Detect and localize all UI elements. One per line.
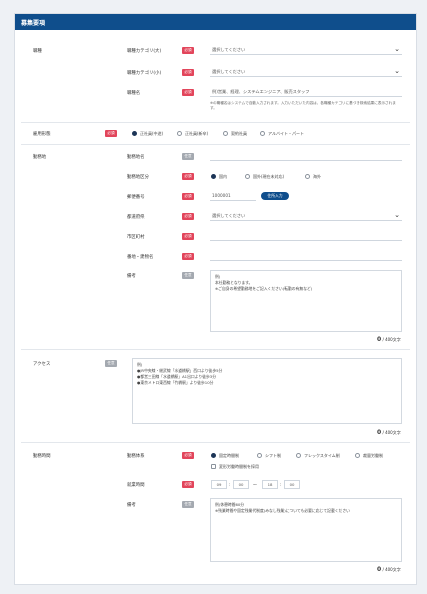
time-separator: : [229,482,231,487]
access-textarea[interactable]: 例) ●JR中央線・総武線「水道橋駅」西口より徒歩5分 ●都営三田線「水道橋駅」… [132,358,402,424]
hours-type-option-2: フレックスタイム制 [304,453,340,458]
variable-hours-checkbox[interactable] [211,464,216,469]
location-radio-2[interactable] [305,174,310,179]
end-hour-select[interactable]: 18 [262,480,278,489]
location-option-1: 国外(現在未対応) [253,174,285,179]
optional-badge: 任意 [182,153,194,160]
category-sub-label: 職種カテゴリ(小) [127,71,162,76]
address-lookup-button[interactable]: 住所入力 [261,192,289,200]
employment-radio-3[interactable] [260,131,265,136]
postal-label: 郵便番号 [127,195,145,200]
category-sub-select[interactable]: 選択してください ⌄ [210,66,402,77]
employment-option-1: 正社員(新卒) [185,131,209,136]
category-main-label: 職種カテゴリ(大) [127,49,162,54]
recruitment-card: 募集要項 職種 職種カテゴリ(大) 必須 選択してください ⌄ 職種カテゴリ(小… [14,13,417,585]
access-label: アクセス [33,362,51,367]
prefecture-label: 都道府県 [127,215,145,220]
employment-option-0: 正社員(中途) [140,131,164,136]
location-type-label: 勤務地区分 [127,175,149,180]
category-main-value: 選択してください [212,47,246,52]
city-label: 市区町村 [127,235,145,240]
employment-option-3: アルバイト・パート [268,131,304,136]
start-hour-select[interactable]: 09 [211,480,227,489]
required-badge: 必須 [182,193,194,200]
job-name-input[interactable]: 例)営業、経理、システムエンジニア、販売スタッフ [210,86,402,97]
chevron-down-icon: ⌄ [394,211,400,219]
optional-badge: 任意 [182,272,194,279]
divider [21,122,410,123]
employment-option-2: 契約社員 [231,131,247,136]
workplace-remarks-textarea[interactable]: 例) 本社勤務となります。 ※ご自身の希望勤務地をご記入ください(転勤の有無など… [210,270,402,332]
employment-radio-2[interactable] [223,131,228,136]
time-separator: : [280,482,282,487]
hours-remarks-textarea[interactable]: 例)休憩時間60分 ※残業時間や固定残業代制度(みなし残業)についても必要に応じ… [210,498,402,562]
hours-type-option-1: シフト制 [265,453,281,458]
building-input[interactable] [210,250,402,261]
prefecture-select[interactable]: 選択してください ⌄ [210,210,402,221]
building-label: 番地・建物名 [127,255,154,260]
hours-type-label: 勤務体系 [127,454,145,459]
required-badge: 必須 [182,233,194,240]
variable-hours-label: 変形労働時間制を採用 [219,464,259,469]
range-separator: 〜 [253,482,257,487]
required-badge: 必須 [182,213,194,220]
location-option-0: 国内 [219,174,227,179]
divider [21,349,410,350]
location-radio-1[interactable] [245,174,250,179]
workplace-name-label: 勤務地名 [127,155,145,160]
job-name-placeholder: 例)営業、経理、システムエンジニア、販売スタッフ [212,89,310,94]
postal-value: 1000001 [212,193,231,198]
required-badge: 必須 [182,452,194,459]
workplace-label: 勤務地 [33,155,47,160]
job-name-label: 職種名 [127,91,141,96]
employment-label: 雇用形態 [33,132,51,137]
category-sub-value: 選択してください [212,69,246,74]
required-badge: 必須 [182,89,194,96]
required-badge: 必須 [182,253,194,260]
hours-label: 勤務時間 [33,454,51,459]
workplace-remarks-counter: 0 / 400文字 [377,336,401,343]
category-main-select[interactable]: 選択してください ⌄ [210,44,402,55]
hours-type-radio-3[interactable] [355,453,360,458]
hours-remarks-label: 備考 [127,503,136,508]
section-title: 募集要項 [15,14,416,30]
required-badge: 必須 [182,481,194,488]
hours-type-radio-2[interactable] [296,453,301,458]
chevron-down-icon: ⌄ [394,45,400,53]
optional-badge: 任意 [182,501,194,508]
required-badge: 必須 [182,173,194,180]
required-badge: 必須 [182,69,194,76]
location-option-2: 海外 [313,174,321,179]
required-badge: 必須 [105,130,117,137]
required-badge: 必須 [182,47,194,54]
employment-radio-0[interactable] [132,131,137,136]
hours-type-radio-0[interactable] [211,453,216,458]
work-time-label: 就業時間 [127,483,145,488]
optional-badge: 任意 [105,360,117,367]
hours-remarks-counter: 0 / 400文字 [377,566,401,573]
prefecture-value: 選択してください [212,213,246,218]
divider [21,442,410,443]
hours-type-option-0: 固定時間制 [219,453,239,458]
workplace-remarks-label: 備考 [127,274,136,279]
employment-radio-1[interactable] [177,131,182,136]
end-minute-select[interactable]: 00 [284,480,300,489]
workplace-name-input[interactable] [210,150,402,161]
hours-type-option-3: 裁量労働制 [363,453,383,458]
chevron-down-icon: ⌄ [394,67,400,75]
occupation-label: 職種 [33,49,42,54]
divider [21,144,410,145]
location-radio-0[interactable] [211,174,216,179]
access-counter: 0 / 400文字 [377,429,401,436]
job-name-note: ※の職種名はシステムで自動入力されます。入力いただいた内容は、各職種カテゴリに基… [210,101,396,110]
hours-type-radio-1[interactable] [257,453,262,458]
city-input[interactable] [210,230,402,241]
postal-input[interactable]: 1000001 [210,190,256,201]
start-minute-select[interactable]: 00 [233,480,249,489]
